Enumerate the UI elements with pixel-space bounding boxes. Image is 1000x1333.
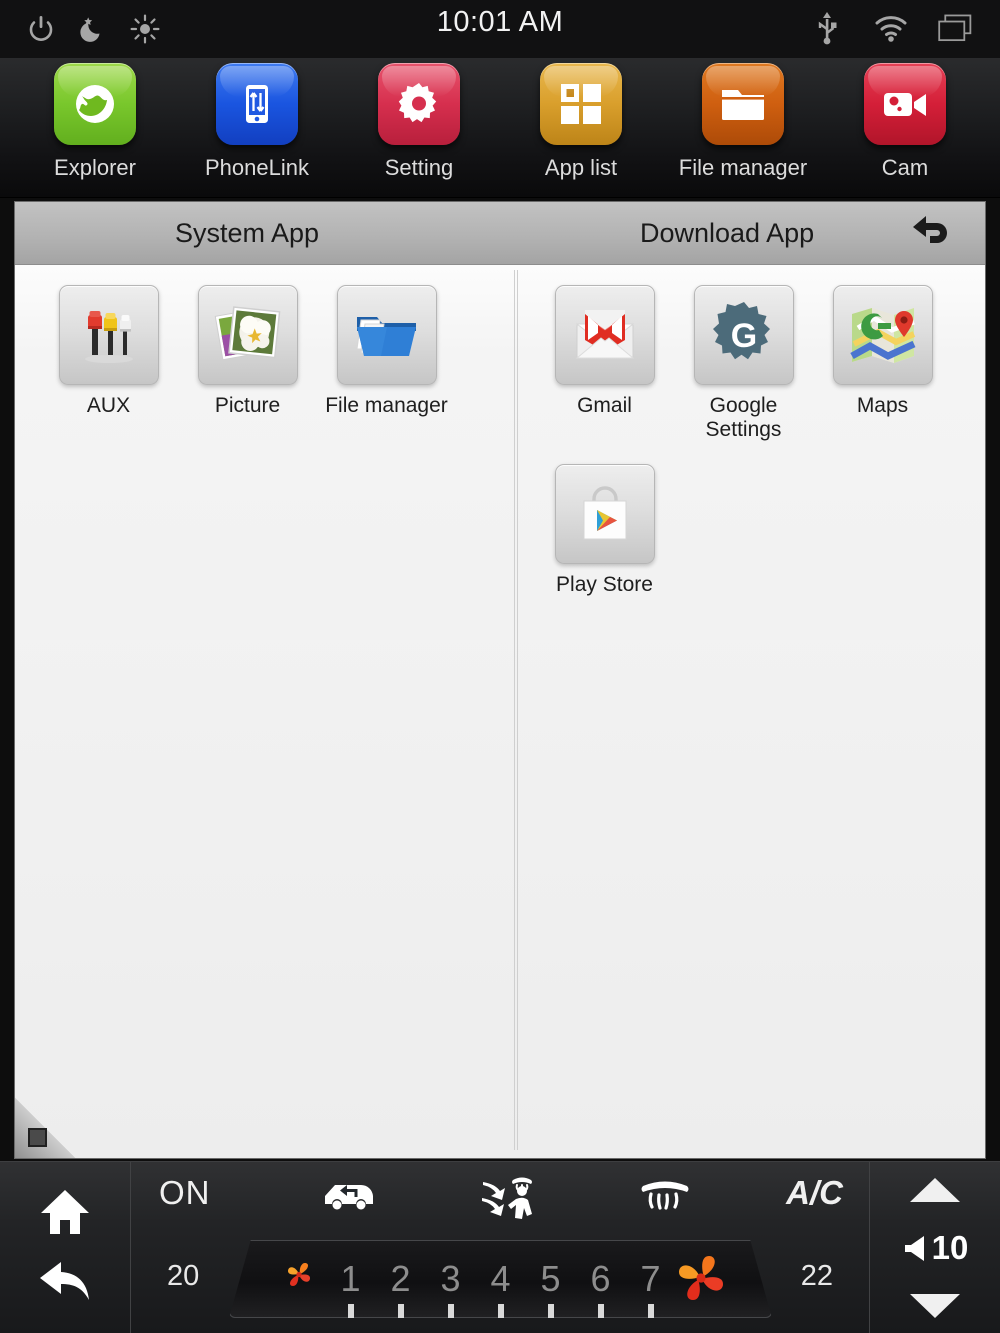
picture-gallery-icon	[197, 285, 298, 385]
main-app-toolbar: Explorer PhoneLink Setting App list File…	[0, 58, 1000, 198]
wifi-icon	[874, 8, 908, 48]
toolbar-label: App list	[544, 155, 618, 180]
app-item-aux[interactable]: AUX	[39, 285, 178, 418]
app-item-file-manager[interactable]: File manager	[317, 285, 456, 418]
status-bar: 10:01 AM	[0, 0, 1000, 58]
recirculation-icon[interactable]	[321, 1176, 377, 1216]
toolbar-label: File manager	[678, 155, 808, 180]
app-item-maps[interactable]: Maps	[813, 285, 952, 442]
back-arrow-icon[interactable]	[905, 208, 961, 258]
gmail-icon	[554, 285, 655, 385]
volume-value: 10	[931, 1229, 969, 1266]
app-label: Google Settings	[705, 394, 782, 441]
climate-top-row: ON A/C	[131, 1162, 869, 1230]
resize-handle[interactable]	[15, 1097, 76, 1158]
globe-icon	[54, 63, 136, 145]
usb-icon	[810, 8, 844, 48]
download-app-grid: Gmail G Google Settings Maps Play Store	[535, 279, 985, 597]
svg-text:G: G	[730, 317, 756, 355]
fan-level[interactable]: 6	[588, 1258, 614, 1318]
panel-header: System App Download App	[15, 202, 985, 265]
panel-body: AUX Picture File manager Gmail G Google …	[15, 265, 985, 1158]
play-store-icon	[554, 464, 655, 564]
fan-increase-icon[interactable]	[671, 1249, 731, 1314]
navigation-column	[0, 1162, 131, 1333]
toolbar-label: PhoneLink	[205, 155, 309, 180]
volume-column: 10	[869, 1162, 1000, 1333]
fan-level[interactable]: 7	[638, 1258, 664, 1318]
video-camera-icon	[864, 63, 946, 145]
climate-center: ON A/C 20 22 1 2 3 4 5 6 7	[131, 1162, 869, 1333]
phonelink-icon	[216, 63, 298, 145]
toolbar-label: Cam	[881, 155, 929, 180]
triangle-down-icon[interactable]	[910, 1294, 960, 1318]
rear-defrost-icon[interactable]	[637, 1176, 693, 1216]
toolbar-item-phonelink[interactable]: PhoneLink	[187, 63, 327, 181]
app-label: File manager	[325, 394, 448, 417]
system-app-grid: AUX Picture File manager	[39, 279, 509, 418]
toolbar-item-explorer[interactable]: Explorer	[25, 63, 165, 181]
app-item-picture[interactable]: Picture	[178, 285, 317, 418]
app-item-play-store[interactable]: Play Store	[535, 464, 674, 597]
google-settings-gear-icon: G	[693, 285, 794, 385]
home-icon[interactable]	[38, 1187, 92, 1242]
toolbar-item-cam[interactable]: Cam	[835, 63, 975, 181]
app-label: Picture	[214, 394, 281, 417]
climate-control-bar: ON A/C 20 22 1 2 3 4 5 6 7 10	[0, 1161, 1000, 1333]
app-label: Maps	[856, 394, 909, 417]
fan-level[interactable]: 2	[388, 1258, 414, 1318]
multi-window-icon[interactable]	[938, 8, 972, 48]
fan-level[interactable]: 4	[488, 1258, 514, 1318]
infotainment-screen: 10:01 AM Explorer PhoneLink Setting App …	[0, 0, 1000, 1333]
fan-level[interactable]: 3	[438, 1258, 464, 1318]
system-app-header[interactable]: System App	[175, 218, 319, 249]
column-divider	[514, 270, 518, 1150]
gear-icon	[378, 63, 460, 145]
aux-rca-icon	[58, 285, 159, 385]
triangle-up-icon[interactable]	[910, 1178, 960, 1202]
folder-icon	[702, 63, 784, 145]
toolbar-item-file-manager[interactable]: File manager	[673, 63, 813, 181]
download-app-header[interactable]: Download App	[640, 218, 814, 249]
fan-level[interactable]: 5	[538, 1258, 564, 1318]
blue-folder-icon	[336, 285, 437, 385]
toolbar-label: Explorer	[54, 155, 136, 180]
fan-speed-bar: 1 2 3 4 5 6 7	[229, 1240, 772, 1318]
toolbar-item-app-list[interactable]: App list	[511, 63, 651, 181]
app-label: AUX	[86, 394, 131, 417]
grid-icon	[540, 63, 622, 145]
ac-button[interactable]: A/C	[786, 1174, 843, 1212]
toolbar-item-setting[interactable]: Setting	[349, 63, 489, 181]
temperature-right[interactable]: 22	[801, 1260, 833, 1293]
app-item-gmail[interactable]: Gmail	[535, 285, 674, 442]
status-bar-right-icons	[810, 8, 972, 48]
fan-level-list: 1 2 3 4 5 6 7	[338, 1258, 664, 1318]
temperature-left[interactable]: 20	[167, 1260, 199, 1293]
climate-power-label[interactable]: ON	[159, 1174, 211, 1212]
fan-decrease-icon[interactable]	[282, 1258, 316, 1297]
speaker-icon	[904, 1236, 924, 1261]
app-item-google-settings[interactable]: G Google Settings	[674, 285, 813, 442]
volume-display[interactable]: 10	[902, 1229, 969, 1267]
airflow-body-defrost-icon[interactable]	[479, 1176, 539, 1222]
back-arrow-icon[interactable]	[37, 1256, 93, 1309]
app-label: Gmail	[577, 394, 632, 417]
app-list-panel: System App Download App AUX Picture File…	[14, 201, 986, 1159]
toolbar-label: Setting	[384, 155, 454, 180]
google-maps-icon	[832, 285, 933, 385]
fan-level[interactable]: 1	[338, 1258, 364, 1318]
app-label: Play Store	[556, 573, 653, 596]
